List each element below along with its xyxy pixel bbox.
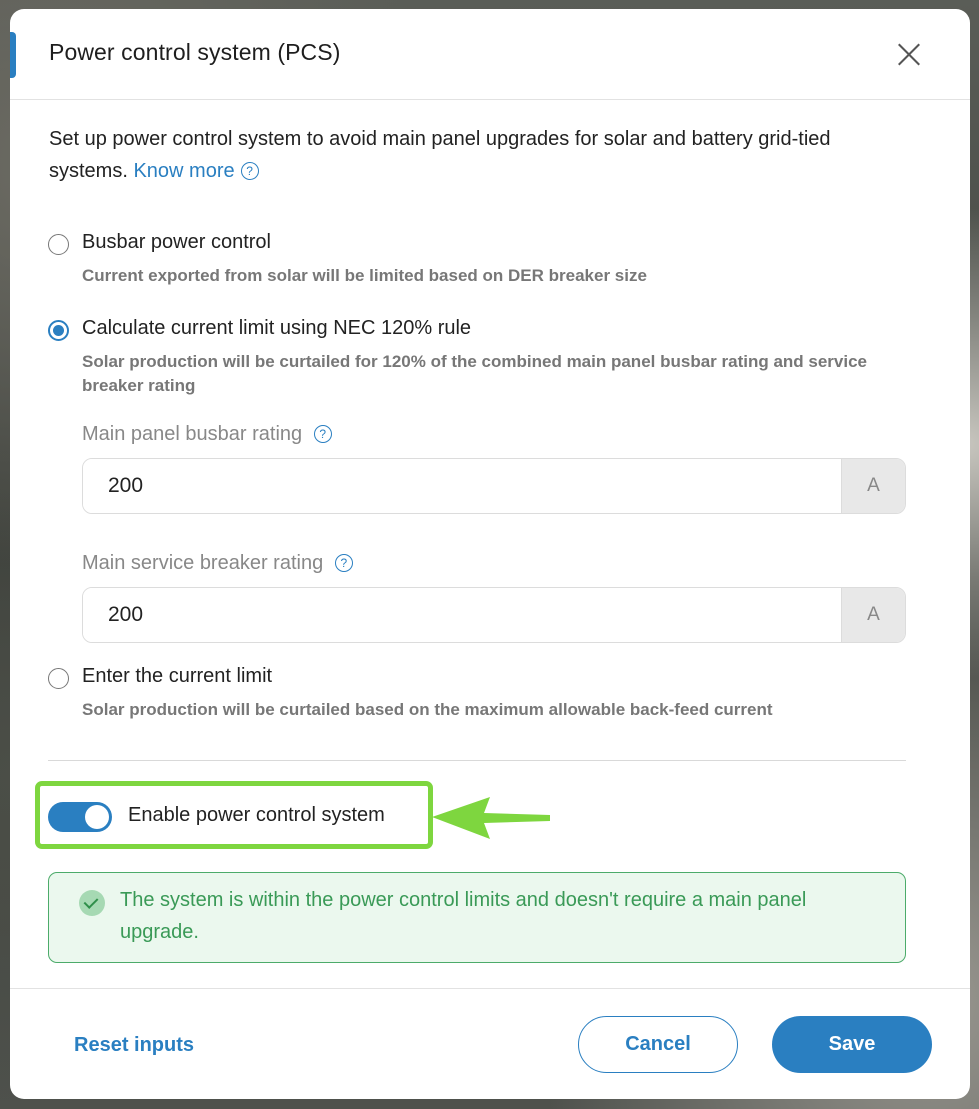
- close-icon[interactable]: [894, 39, 924, 69]
- busbar-rating-label: Main panel busbar rating ?: [82, 423, 332, 446]
- radio-nec-120-rule[interactable]: [48, 320, 69, 341]
- breaker-rating-label: Main service breaker rating ?: [82, 552, 353, 575]
- breaker-rating-input-group: A: [82, 587, 906, 643]
- radio-busbar-power-control[interactable]: [48, 234, 69, 255]
- check-circle-icon: [79, 890, 105, 916]
- amps-unit-suffix: A: [841, 459, 905, 513]
- know-more-link[interactable]: Know more: [133, 160, 234, 182]
- amps-unit-suffix: A: [841, 588, 905, 642]
- cancel-button[interactable]: Cancel: [578, 1016, 738, 1073]
- option-description: Solar production will be curtailed for 1…: [82, 352, 867, 395]
- reset-inputs-link[interactable]: Reset inputs: [74, 1034, 194, 1057]
- breaker-rating-label-text: Main service breaker rating: [82, 552, 324, 574]
- option-label: Calculate current limit using NEC 120% r…: [82, 317, 472, 339]
- dialog-header: Power control system (PCS): [10, 9, 970, 100]
- pcs-dialog: Power control system (PCS) Set up power …: [10, 9, 970, 1099]
- busbar-rating-input[interactable]: [83, 459, 841, 513]
- dialog-title: Power control system (PCS): [49, 39, 341, 65]
- option-description: Solar production will be curtailed based…: [82, 700, 773, 719]
- intro-text: Set up power control system to avoid mai…: [49, 123, 889, 187]
- busbar-rating-label-text: Main panel busbar rating: [82, 423, 303, 445]
- save-button[interactable]: Save: [772, 1016, 932, 1073]
- section-divider: [48, 760, 906, 761]
- enable-pcs-label: Enable power control system: [128, 804, 385, 826]
- status-message: The system is within the power control l…: [48, 872, 906, 963]
- radio-enter-current-limit[interactable]: [48, 668, 69, 689]
- help-icon[interactable]: ?: [240, 162, 259, 180]
- highlight-arrow-icon: [432, 797, 550, 839]
- enable-pcs-toggle[interactable]: [48, 802, 112, 832]
- busbar-rating-input-group: A: [82, 458, 906, 514]
- status-text: The system is within the power control l…: [120, 889, 807, 943]
- option-label: Enter the current limit: [82, 665, 273, 687]
- breaker-rating-input[interactable]: [83, 588, 841, 642]
- help-icon[interactable]: ?: [313, 425, 332, 443]
- option-label: Busbar power control: [82, 231, 271, 253]
- toggle-knob: [85, 805, 109, 829]
- option-description: Current exported from solar will be limi…: [82, 266, 647, 285]
- dialog-footer: Reset inputs Cancel Save: [10, 988, 970, 1099]
- help-icon[interactable]: ?: [334, 554, 353, 572]
